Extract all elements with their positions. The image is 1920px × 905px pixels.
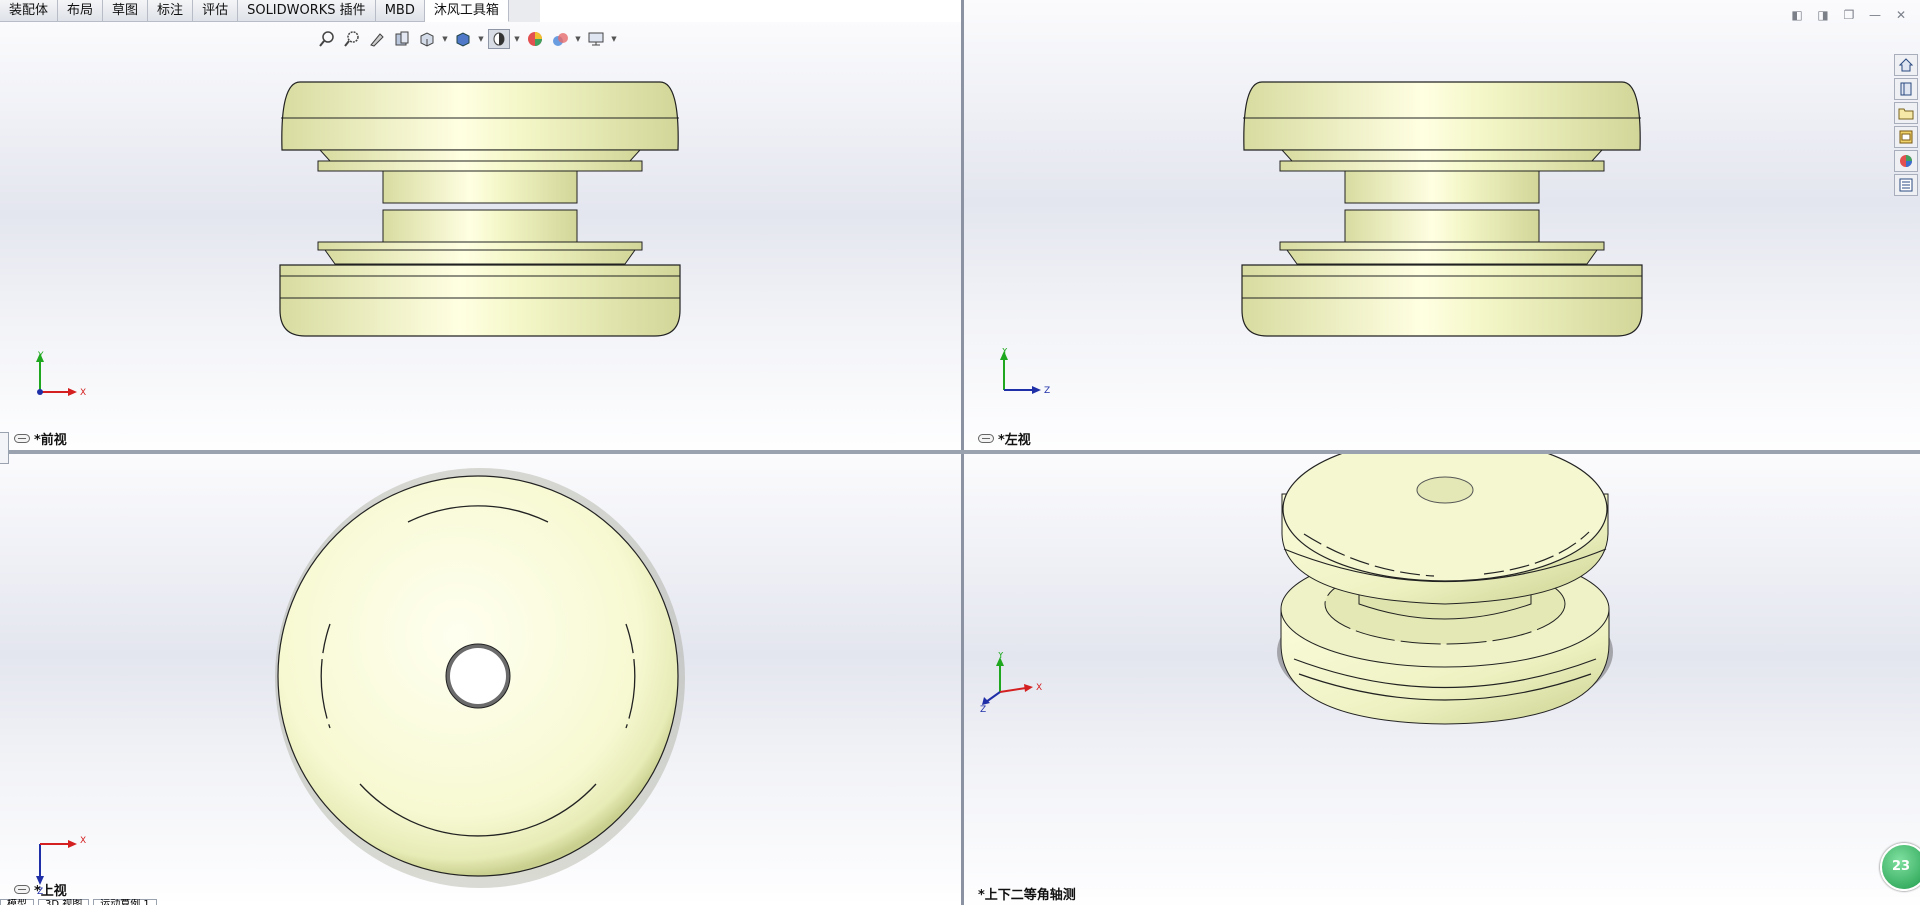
close-icon[interactable]: ✕ [1892, 6, 1910, 24]
axis-label-x: X [80, 836, 86, 846]
custom-properties-icon[interactable] [1894, 174, 1918, 196]
tab-3[interactable]: 标注 [148, 0, 194, 22]
part-front-view [279, 81, 681, 337]
tab-1[interactable]: 布局 [58, 0, 104, 22]
bottom-tab-0[interactable]: 模型 [0, 899, 34, 905]
tile-right-icon[interactable]: ◨ [1814, 6, 1832, 24]
status-badge[interactable]: 23 [1880, 843, 1920, 891]
hide-show-items-icon[interactable] [488, 29, 510, 49]
viewport-top[interactable]: X Z *上视 [0, 454, 961, 901]
chevron-down-icon[interactable]: ▼ [574, 29, 582, 49]
section-view-icon[interactable] [391, 29, 413, 49]
window-controls: ◧ ◨ ❐ — ✕ [1788, 6, 1910, 24]
command-manager-tabs: 装配体 布局 草图 标注 评估 SOLIDWORKS 插件 MBD 沐风工具箱 [0, 0, 540, 22]
chevron-down-icon[interactable]: ▼ [441, 29, 449, 49]
coordinate-triad: Y Z [1000, 348, 1050, 396]
part-left-view [1241, 81, 1643, 337]
minimize-icon[interactable]: — [1866, 6, 1884, 24]
axis-label-z: Z [980, 705, 986, 712]
viewport-label[interactable]: *上下二等角轴测 [978, 885, 1076, 903]
feature-tree-flyout-handle[interactable] [0, 432, 9, 464]
home-icon[interactable] [1894, 54, 1918, 76]
tab-2[interactable]: 草图 [103, 0, 149, 22]
appearances-icon[interactable] [1894, 150, 1918, 172]
bottom-tab-2[interactable]: 运动算例 1 [93, 899, 157, 905]
chevron-down-icon[interactable]: ▼ [610, 29, 618, 49]
coordinate-triad: Y X Z [980, 652, 1042, 712]
design-library-icon[interactable] [1894, 78, 1918, 100]
view-orientation-icon[interactable] [416, 29, 438, 49]
tile-left-icon[interactable]: ◧ [1788, 6, 1806, 24]
viewport-splitter-horizontal[interactable] [0, 450, 1920, 454]
viewport-left[interactable]: ◧ ◨ ❐ — ✕ Y Z *左视 [964, 0, 1920, 450]
axis-label-x: X [1036, 683, 1042, 693]
tab-4[interactable]: 评估 [193, 0, 239, 22]
chevron-down-icon[interactable]: ▼ [513, 29, 521, 49]
heads-up-view-toolbar: ▼ ▼ ▼ ▼ ▼ [316, 28, 618, 50]
tab-6[interactable]: MBD [375, 0, 425, 22]
previous-view-icon[interactable] [366, 29, 388, 49]
bottom-tab-1[interactable]: 3D 视图 [38, 899, 90, 905]
link-views-icon[interactable] [14, 884, 30, 894]
part-isometric-view [1277, 454, 1613, 725]
viewport-isometric[interactable]: Y X Z *上下二等角轴测 [964, 454, 1920, 905]
viewport-front[interactable]: Y X *前视 [0, 22, 961, 450]
bottom-tabs: 模型 3D 视图 运动算例 1 [0, 899, 270, 905]
display-style-icon[interactable] [452, 29, 474, 49]
restore-icon[interactable]: ❐ [1840, 6, 1858, 24]
coordinate-triad: Y X [36, 351, 86, 398]
zoom-to-fit-icon[interactable] [316, 29, 338, 49]
axis-label-y: Y [1001, 348, 1008, 357]
link-views-icon[interactable] [14, 433, 30, 443]
axis-label-z: Z [1044, 386, 1050, 396]
axis-label-x: X [80, 388, 86, 398]
tab-7[interactable]: 沐风工具箱 [424, 0, 509, 22]
axis-label-y: Y [997, 652, 1004, 661]
viewport-label[interactable]: *左视 [978, 430, 1031, 448]
task-pane [1894, 54, 1920, 196]
view-palette-icon[interactable] [1894, 126, 1918, 148]
file-explorer-icon[interactable] [1894, 102, 1918, 124]
tab-0[interactable]: 装配体 [0, 0, 59, 22]
chevron-down-icon[interactable]: ▼ [477, 29, 485, 49]
axis-label-y: Y [37, 351, 44, 361]
viewport-label[interactable]: *上视 [14, 881, 67, 899]
tab-5[interactable]: SOLIDWORKS 插件 [238, 0, 376, 22]
edit-appearance-icon[interactable] [524, 29, 546, 49]
apply-scene-icon[interactable] [549, 29, 571, 49]
link-views-icon[interactable] [978, 433, 994, 443]
view-settings-icon[interactable] [585, 29, 607, 49]
viewport-label[interactable]: *前视 [14, 430, 67, 448]
zoom-to-area-icon[interactable] [341, 29, 363, 49]
part-top-view [275, 468, 685, 888]
